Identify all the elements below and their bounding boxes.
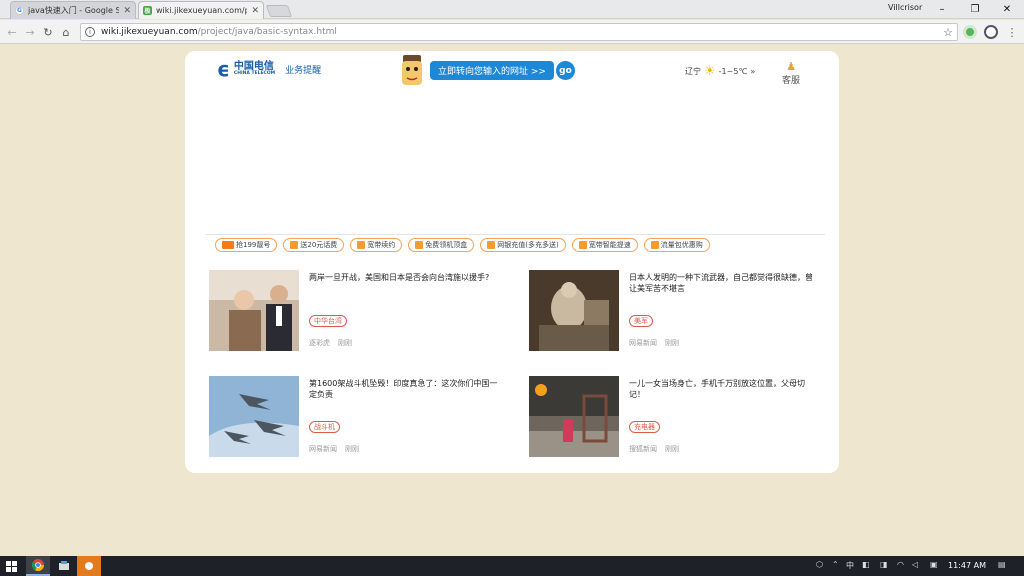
app-taskbar-icon[interactable] <box>52 556 76 576</box>
close-tab-icon[interactable]: ✕ <box>123 6 131 16</box>
news-source: 搜狐新闻 <box>629 445 657 453</box>
taskbar: ⬡ ⌃ 中 ◧ ◨ ◠ ◁ ▣ 11:47 AM ▤ <box>0 556 1024 576</box>
news-source: 网易新闻 <box>629 339 657 347</box>
mascot-icon <box>402 55 422 85</box>
url-path: /project/java/basic-syntax.html <box>197 27 337 37</box>
extension-shield-icon[interactable] <box>984 25 998 39</box>
news-thumbnail[interactable] <box>209 270 299 351</box>
promo-pill[interactable]: 免费领机顶盒 <box>408 238 475 252</box>
promo-icon <box>578 241 587 249</box>
promo-icon <box>415 241 424 249</box>
weather-widget[interactable]: 辽宁 ☀ -1~5℃ » <box>685 65 755 78</box>
promo-icon <box>487 241 496 249</box>
tab-title: wiki.jikexueyuan.com/pro <box>156 6 247 15</box>
tab-google-search[interactable]: G java快速入门 - Google S ✕ <box>10 1 136 19</box>
news-item[interactable]: 两岸一旦开战，美国和日本是否会向台湾施以援手? 中华台湾 逐彩虎 刚刚 <box>209 270 509 352</box>
close-window-icon[interactable]: ✕ <box>990 0 1024 19</box>
news-thumbnail[interactable] <box>529 270 619 351</box>
promo-badge-icon <box>222 241 234 249</box>
info-icon[interactable]: i <box>85 27 95 37</box>
jikexueyuan-favicon-icon: 极 <box>143 6 152 15</box>
news-tag[interactable]: 充电器 <box>629 421 660 433</box>
promo-icon <box>357 241 366 249</box>
taskbar-clock[interactable]: 11:47 AM <box>948 561 986 570</box>
news-time: 刚刚 <box>665 339 679 347</box>
page-content: ϵ 中国电信 CHINA TELECOM 业务提醒 立即转向您输入的网址 >> … <box>185 51 839 473</box>
news-title[interactable]: 两岸一旦开战，美国和日本是否会向台湾施以援手? <box>309 272 499 283</box>
new-tab-button[interactable] <box>265 5 293 17</box>
redirect-banner-button[interactable]: 立即转向您输入的网址 >> <box>430 61 554 80</box>
tray-ime-icon[interactable]: 中 <box>846 560 854 571</box>
news-thumbnail[interactable] <box>209 376 299 457</box>
go-button[interactable]: go <box>556 61 575 80</box>
tab-title: java快速入门 - Google S <box>28 6 120 15</box>
divider <box>205 234 825 235</box>
extension-green-icon[interactable] <box>963 25 977 39</box>
tab-strip: G java快速入门 - Google S ✕ 极 wiki.jikexueyu… <box>0 0 1024 19</box>
promo-icon <box>290 241 299 249</box>
weather-more-link[interactable]: » <box>750 67 755 76</box>
home-icon[interactable]: ⌂ <box>58 24 74 40</box>
tray-arrow-icon[interactable]: ⌃ <box>832 560 839 569</box>
restore-icon[interactable]: ❐ <box>958 0 992 19</box>
tray-volume-icon[interactable]: ◁ <box>912 560 918 569</box>
forward-arrow-icon[interactable]: → <box>22 24 38 40</box>
minimize-icon[interactable]: – <box>925 0 959 19</box>
reload-icon[interactable]: ↻ <box>40 24 56 40</box>
promo-pill[interactable]: 流量包优惠购 <box>643 238 710 252</box>
url-host: wiki.jikexueyuan.com <box>101 27 198 37</box>
profile-name[interactable]: Villcrisor <box>888 3 922 12</box>
tray-wifi-icon[interactable]: ◠ <box>897 560 904 569</box>
sun-icon: ☀ <box>704 64 716 79</box>
logo-en: CHINA TELECOM <box>233 71 276 77</box>
menu-dots-icon[interactable]: ⋮ <box>1004 24 1020 40</box>
news-thumbnail[interactable] <box>529 376 619 457</box>
customer-service-icon: ♟ <box>786 60 796 73</box>
tab-jikexueyuan[interactable]: 极 wiki.jikexueyuan.com/pro ✕ <box>138 1 264 19</box>
address-bar[interactable]: i wiki.jikexueyuan.com/project/java/basi… <box>80 23 958 41</box>
windows-start-icon[interactable] <box>6 561 17 572</box>
close-tab-icon[interactable]: ✕ <box>251 6 259 16</box>
browser-toolbar: ← → ↻ ⌂ i wiki.jikexueyuan.com/project/j… <box>0 20 1024 44</box>
tray-network-icon[interactable]: ⬡ <box>816 560 823 569</box>
tray-app-icon[interactable]: ◧ <box>862 560 870 569</box>
promo-pill[interactable]: 网银充值(多充多送) <box>480 238 566 252</box>
action-center-icon[interactable]: ▤ <box>998 560 1006 569</box>
news-source: 逐彩虎 <box>309 339 330 347</box>
promo-pill[interactable]: 宽带续约 <box>350 238 403 252</box>
news-tag[interactable]: 美军 <box>629 315 653 327</box>
weather-temp: -1~5℃ <box>718 67 748 76</box>
tray-app-icon[interactable]: ◨ <box>880 560 888 569</box>
news-source: 网易新闻 <box>309 445 337 453</box>
news-title[interactable]: 日本人发明的一种下流武器，自己都觉得很缺德，曾让美军苦不堪言 <box>629 272 819 294</box>
news-time: 刚刚 <box>345 445 359 453</box>
news-title[interactable]: 第1600架战斗机坠毁！印度真急了：这次你们中国一定负责 <box>309 378 499 400</box>
news-time: 刚刚 <box>665 445 679 453</box>
service-reminder-label: 业务提醒 <box>285 65 322 76</box>
promo-icon <box>650 241 659 249</box>
weather-city: 辽宁 <box>685 67 701 76</box>
promo-pill[interactable]: 抢199靓号 <box>215 238 278 252</box>
customer-service-button[interactable]: ♟ 客服 <box>779 61 803 86</box>
news-item[interactable]: 日本人发明的一种下流武器，自己都觉得很缺德，曾让美军苦不堪言 美军 网易新闻 刚刚 <box>529 270 829 352</box>
promo-pill[interactable]: 送20元话费 <box>283 238 345 252</box>
orange-app-taskbar-icon[interactable] <box>77 556 101 576</box>
china-telecom-logo[interactable]: ϵ 中国电信 CHINA TELECOM 业务提醒 <box>217 59 321 79</box>
telecom-logo-icon: ϵ <box>217 57 230 81</box>
back-arrow-icon[interactable]: ← <box>4 24 20 40</box>
news-tag[interactable]: 中华台湾 <box>309 315 347 327</box>
google-favicon-icon: G <box>15 6 24 15</box>
bookmark-star-icon[interactable]: ☆ <box>943 26 953 39</box>
chrome-taskbar-icon[interactable] <box>26 556 50 576</box>
promo-pill-row: 抢199靓号 送20元话费 宽带续约 免费领机顶盒 网银充值(多充多送) 宽带智… <box>215 238 710 252</box>
news-tag[interactable]: 战斗机 <box>309 421 340 433</box>
news-item[interactable]: 第1600架战斗机坠毁！印度真急了：这次你们中国一定负责 战斗机 网易新闻 刚刚 <box>209 376 509 458</box>
tray-notification-icon[interactable]: ▣ <box>930 560 938 569</box>
news-item[interactable]: 一儿一女当场身亡，手机千万别放这位置，父母切记！ 充电器 搜狐新闻 刚刚 <box>529 376 829 458</box>
news-title[interactable]: 一儿一女当场身亡，手机千万别放这位置，父母切记！ <box>629 378 819 400</box>
news-time: 刚刚 <box>338 339 352 347</box>
kefu-label: 客服 <box>781 76 800 86</box>
promo-pill[interactable]: 宽带智能提速 <box>571 238 638 252</box>
